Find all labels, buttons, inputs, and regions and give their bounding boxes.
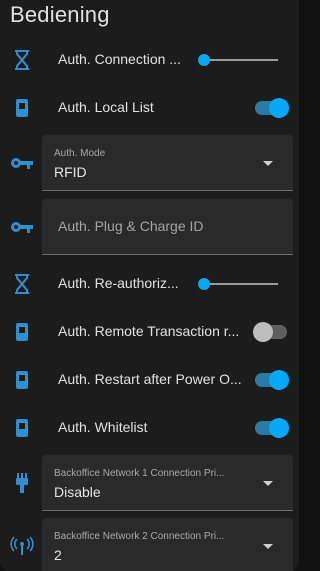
auth-reauthorize-slider[interactable] [197, 278, 278, 290]
backoffice-network-2-select[interactable]: Backoffice Network 2 Connection Pri... 2 [42, 518, 293, 571]
auth-local-list-label: Auth. Local List [58, 99, 154, 115]
row-auth-local-list: Auth. Local List [0, 92, 299, 124]
row-auth-whitelist: Auth. Whitelist [0, 412, 299, 444]
row-plug-charge-id: Auth. Plug & Charge ID [0, 199, 299, 255]
ethernet-icon [10, 471, 34, 495]
row-backoffice-network-2: Backoffice Network 2 Connection Pri... 2 [0, 518, 299, 571]
auth-whitelist-toggle[interactable] [253, 418, 289, 438]
row-auth-restart-power: Auth. Restart after Power O... [0, 364, 299, 396]
backoffice-network-2-value: 2 [54, 547, 62, 563]
hourglass-icon [10, 272, 34, 296]
auth-connection-label: Auth. Connection ... [58, 51, 181, 67]
antenna-icon [10, 534, 34, 558]
auth-connection-slider[interactable] [197, 54, 278, 66]
backoffice-network-1-value: Disable [54, 484, 101, 500]
sim-card-icon [10, 320, 34, 344]
sim-card-icon [10, 416, 34, 440]
plug-charge-id-input[interactable]: Auth. Plug & Charge ID [42, 199, 293, 255]
controls-card: Bediening Auth. Connection ... Auth. Loc… [0, 0, 299, 571]
auth-mode-value: RFID [54, 164, 87, 180]
auth-whitelist-label: Auth. Whitelist [58, 419, 148, 435]
backoffice-network-1-field-label: Backoffice Network 1 Connection Pri... [54, 468, 225, 479]
auth-restart-power-toggle[interactable] [253, 370, 289, 390]
auth-restart-power-label: Auth. Restart after Power O... [58, 371, 242, 387]
dropdown-caret-icon [263, 544, 273, 549]
auth-remote-transaction-toggle[interactable] [253, 322, 289, 342]
sim-card-icon [10, 368, 34, 392]
sim-card-icon [10, 96, 34, 120]
dropdown-caret-icon [263, 161, 273, 166]
key-icon [10, 151, 34, 175]
auth-mode-select[interactable]: Auth. Mode RFID [42, 135, 293, 191]
key-icon [10, 215, 34, 239]
row-auth-mode: Auth. Mode RFID [0, 135, 299, 191]
dropdown-caret-icon [263, 481, 273, 486]
row-auth-reauthorize: Auth. Re-authoriz... [0, 268, 299, 300]
auth-reauthorize-label: Auth. Re-authoriz... [58, 275, 179, 291]
auth-local-list-toggle[interactable] [253, 98, 289, 118]
backoffice-network-1-select[interactable]: Backoffice Network 1 Connection Pri... D… [42, 455, 293, 511]
row-backoffice-network-1: Backoffice Network 1 Connection Pri... D… [0, 455, 299, 511]
card-title: Bediening [10, 2, 110, 27]
backoffice-network-2-field-label: Backoffice Network 2 Connection Pri... [54, 531, 225, 542]
auth-remote-transaction-label: Auth. Remote Transaction r... [58, 323, 240, 339]
plug-charge-id-placeholder: Auth. Plug & Charge ID [58, 218, 204, 234]
row-auth-remote-transaction: Auth. Remote Transaction r... [0, 316, 299, 348]
hourglass-icon [10, 48, 34, 72]
auth-mode-field-label: Auth. Mode [54, 148, 106, 159]
row-auth-connection: Auth. Connection ... [0, 44, 299, 76]
